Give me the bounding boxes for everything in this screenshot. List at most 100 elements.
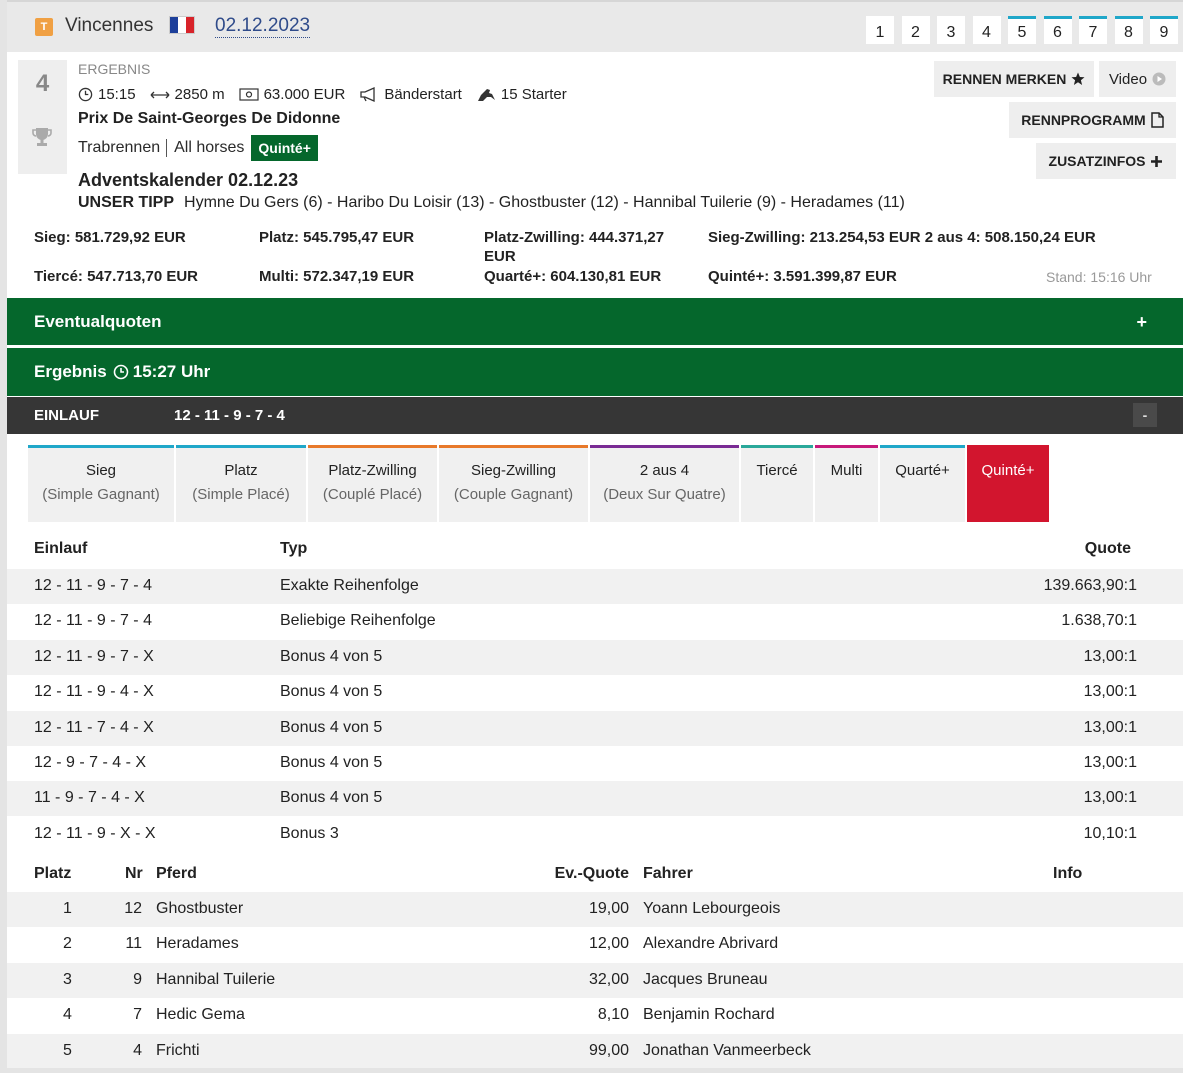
tipp-label: UNSER TIPP xyxy=(78,194,175,211)
race-horses: All horses xyxy=(174,139,245,156)
track-name: Vincennes xyxy=(65,15,154,36)
quote-typ: Bonus 4 von 5 xyxy=(280,683,383,701)
quote-row: 12 - 11 - 9 - X - X Bonus 3 10,10:1 xyxy=(7,817,1183,852)
quote-einlauf: 11 - 9 - 7 - 4 - X xyxy=(34,789,145,807)
race-status-label: ERGEBNIS xyxy=(78,61,151,77)
bet-tab-tierc[interactable]: Tiercé xyxy=(741,445,813,522)
clock-icon xyxy=(78,87,93,102)
france-flag-icon xyxy=(169,16,195,34)
race-distance: 2850 m xyxy=(150,86,225,103)
race-starters: 15 Starter xyxy=(476,86,567,103)
col-fahrer: Fahrer xyxy=(643,865,693,882)
bet-tab-label: Platz-Zwilling xyxy=(328,462,417,479)
result-platz: 5 xyxy=(63,1041,72,1059)
pool-multi: Multi: 572.347,19 EUR xyxy=(259,268,415,285)
trophy-icon xyxy=(32,128,52,146)
quote-value: 13,00:1 xyxy=(1083,754,1137,771)
race-tab-5[interactable]: 5 xyxy=(1008,16,1036,44)
bet-tab-label: Platz xyxy=(224,462,258,479)
result-row: 1 12 Ghostbuster 19,00 Yoann Lebourgeois xyxy=(7,892,1183,927)
quote-typ: Bonus 4 von 5 xyxy=(280,718,383,736)
col-typ: Typ xyxy=(280,540,308,557)
bet-tab-platz-zwilling[interactable]: Platz-Zwilling (Couplé Placé) xyxy=(308,445,437,522)
pool-platz-zwilling-unit: EUR xyxy=(484,248,516,265)
quote-row: 12 - 11 - 9 - 7 - 4 Beliebige Reihenfolge… xyxy=(7,604,1183,639)
event-title: Adventskalender 02.12.23 xyxy=(78,170,299,190)
result-driver: Yoann Lebourgeois xyxy=(643,900,781,917)
race-number: 4 xyxy=(35,70,50,97)
result-row: 5 4 Frichti 99,00 Jonathan Vanmeerbeck xyxy=(7,1033,1183,1069)
track-header: T Vincennes 02.12.2023 123456789 xyxy=(7,0,1183,52)
quote-einlauf: 12 - 9 - 7 - 4 - X xyxy=(34,754,147,771)
bet-tab-label: Quinté+ xyxy=(981,462,1035,479)
result-horse[interactable]: Ghostbuster xyxy=(156,900,243,918)
result-nr: 7 xyxy=(133,1006,142,1024)
tipp-text: Hymne Du Gers (6) - Haribo Du Loisir (13… xyxy=(184,194,905,211)
race-tab-1[interactable]: 1 xyxy=(866,16,894,44)
quote-row: 12 - 9 - 7 - 4 - X Bonus 4 von 5 13,00:1 xyxy=(7,746,1183,781)
race-number-tabs: 123456789 xyxy=(866,16,1183,44)
rennen-merken-button[interactable]: RENNEN MERKEN xyxy=(934,61,1094,97)
result-nr: 12 xyxy=(124,900,142,917)
col-einlauf: Einlauf xyxy=(34,540,88,557)
pool-sieg: Sieg: 581.729,92 EUR xyxy=(34,229,186,246)
result-horse[interactable]: Hedic Gema xyxy=(156,1006,245,1024)
ergebnis-header: Ergebnis 15:27 Uhr xyxy=(7,348,1183,396)
quote-typ: Beliebige Reihenfolge xyxy=(280,612,436,630)
bet-tab-sieg[interactable]: Sieg (Simple Gagnant) xyxy=(28,445,174,522)
result-horse[interactable]: Heradames xyxy=(156,935,239,953)
quote-einlauf: 12 - 11 - 9 - X - X xyxy=(34,824,156,842)
expand-plus-icon[interactable]: + xyxy=(1136,312,1147,333)
plus-icon xyxy=(1151,155,1163,167)
rennprogramm-button[interactable]: RENNPROGRAMM xyxy=(1009,102,1176,138)
result-horse[interactable]: Frichti xyxy=(156,1042,200,1060)
quote-row: 12 - 11 - 7 - 4 - X Bonus 4 von 5 13,00:1 xyxy=(7,710,1183,746)
quote-typ: Exakte Reihenfolge xyxy=(280,577,419,594)
result-platz: 3 xyxy=(63,970,72,988)
race-date-link[interactable]: 02.12.2023 xyxy=(215,15,311,38)
einlauf-label: EINLAUF xyxy=(34,407,99,424)
result-ev-quote: 19,00 xyxy=(588,900,629,917)
quote-row: 11 - 9 - 7 - 4 - X Bonus 4 von 5 13,00:1 xyxy=(7,781,1183,817)
race-type: Trabrennen xyxy=(78,139,168,157)
bet-tab-sublabel: (Simple Gagnant) xyxy=(42,486,160,503)
bet-tab-2-aus-4[interactable]: 2 aus 4 (Deux Sur Quatre) xyxy=(590,445,739,522)
bet-tab-sieg-zwilling[interactable]: Sieg-Zwilling (Couple Gagnant) xyxy=(439,445,588,522)
collapse-button[interactable]: - xyxy=(1133,403,1157,427)
quote-row: 12 - 11 - 9 - 7 - 4 Exakte Reihenfolge 139… xyxy=(7,569,1183,604)
result-platz: 2 xyxy=(63,935,72,953)
quote-value: 13,00:1 xyxy=(1083,683,1137,701)
bet-tab-label: 2 aus 4 xyxy=(639,462,690,479)
megaphone-icon xyxy=(360,87,375,102)
result-row: 2 11 Heradames 12,00 Alexandre Abrivard xyxy=(7,927,1183,962)
race-tab-9[interactable]: 9 xyxy=(1150,16,1178,44)
race-tab-3[interactable]: 3 xyxy=(937,16,965,44)
zusatzinfos-button[interactable]: ZUSATZINFOS xyxy=(1036,143,1176,179)
race-tab-7[interactable]: 7 xyxy=(1079,16,1107,44)
race-tab-4[interactable]: 4 xyxy=(972,16,1001,44)
race-tab-6[interactable]: 6 xyxy=(1043,16,1072,44)
bet-tab-quint[interactable]: Quinté+ xyxy=(967,445,1049,522)
star-icon xyxy=(1071,72,1085,85)
money-icon xyxy=(238,88,259,101)
track-type-badge: T xyxy=(35,18,53,36)
pool-stand-time: Stand: 15:16 Uhr xyxy=(1046,269,1152,285)
bet-tab-quart[interactable]: Quarté+ xyxy=(880,445,965,522)
bet-tab-multi[interactable]: Multi xyxy=(815,445,878,522)
bet-type-tabs: Sieg (Simple Gagnant) Platz (Simple Placé) P… xyxy=(28,445,1051,522)
bet-tab-platz[interactable]: Platz (Simple Placé) xyxy=(176,445,306,522)
bet-tab-sublabel: (Deux Sur Quatre) xyxy=(603,486,726,503)
result-horse[interactable]: Hannibal Tuilerie xyxy=(156,971,275,989)
einlauf-value: 12 - 11 - 9 - 7 - 4 xyxy=(174,407,285,424)
eventualquoten-header[interactable]: Eventualquoten + xyxy=(7,298,1183,345)
quote-typ: Bonus 4 von 5 xyxy=(280,647,383,665)
video-button[interactable]: Video xyxy=(1099,61,1176,97)
result-ev-quote: 12,00 xyxy=(588,935,629,953)
result-nr: 4 xyxy=(133,1041,142,1059)
race-tab-8[interactable]: 8 xyxy=(1114,16,1143,44)
pool-platz: Platz: 545.795,47 EUR xyxy=(259,229,415,246)
result-ev-quote: 8,10 xyxy=(597,1006,629,1024)
race-meta-row: 15:15 2850 m 63.000 EUR Bänderstart 15 S… xyxy=(78,86,581,103)
bet-tab-label: Quarté+ xyxy=(895,462,950,479)
race-tab-2[interactable]: 2 xyxy=(901,16,930,44)
